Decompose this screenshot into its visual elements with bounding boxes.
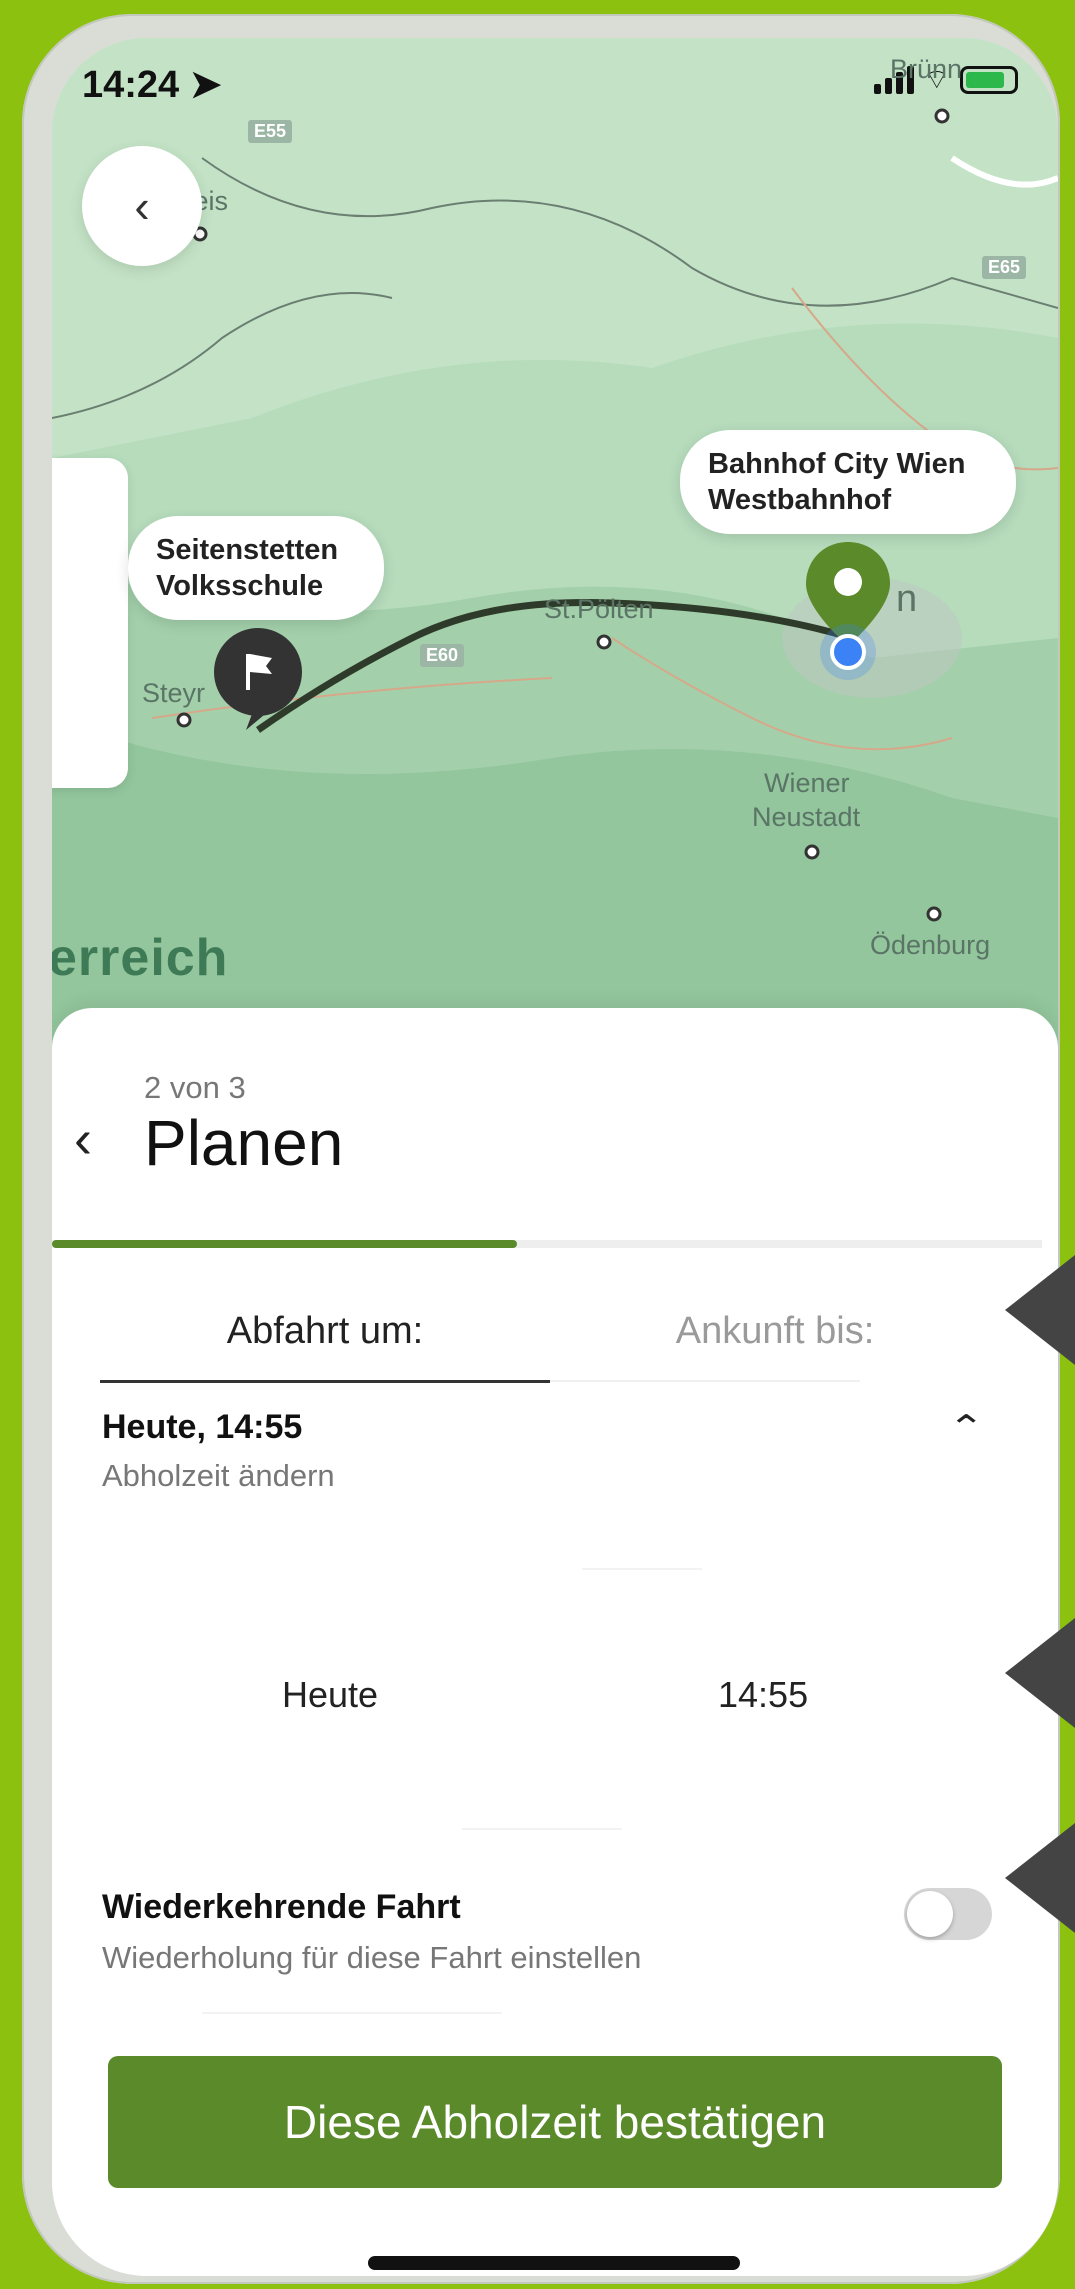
map-label-wien: n — [896, 578, 918, 620]
sheet-back-button[interactable]: ‹ — [74, 1108, 92, 1170]
map-label-steyr: Steyr — [142, 678, 206, 708]
road-label-e60: E60 — [420, 644, 465, 667]
picker-day-value[interactable]: Heute — [282, 1674, 378, 1716]
annotation-pointer-tabs — [1005, 1255, 1075, 1365]
chevron-left-icon: ‹ — [74, 1109, 92, 1169]
road-label-e65: E65 — [982, 256, 1027, 279]
progress-fill — [52, 1240, 518, 1248]
tab-arrival[interactable]: Ankunft bis: — [550, 1310, 1000, 1353]
map-label-wiener: Wiener — [764, 768, 850, 798]
section-divider — [202, 2012, 502, 2014]
map-view[interactable]: 14:24 ➤ ⌔ E55 E65 E60 veis Steyr St.Pölt… — [52, 38, 1058, 1048]
picker-bottom-divider — [462, 1828, 622, 1830]
app-screen: 14:24 ➤ ⌔ E55 E65 E60 veis Steyr St.Pölt… — [52, 38, 1058, 2276]
destination-name-line1: Bahnhof City Wien — [708, 448, 966, 480]
origin-name-line2: Volksschule — [156, 570, 324, 602]
progress-bar — [52, 1240, 1042, 1248]
status-time: 14:24 ➤ — [82, 64, 222, 106]
origin-name-line1: Seitenstetten — [156, 534, 339, 566]
map-label-neustadt: Neustadt — [752, 802, 861, 832]
map-label-bruenn: Brünn — [890, 54, 963, 84]
toggle-knob — [907, 1891, 953, 1937]
page-title: Planen — [144, 1107, 344, 1179]
recurring-ride-title: Wiederkehrende Fahrt — [102, 1888, 461, 1926]
origin-bubble[interactable]: Seitenstetten Volksschule — [128, 516, 384, 620]
chevron-up-icon[interactable]: ⌃ — [948, 1408, 985, 1448]
battery-charging-icon — [960, 66, 1018, 94]
planning-sheet: 2 von 3 ‹ Planen Abfahrt um: Ankunft bis… — [52, 1008, 1058, 2276]
confirm-pickup-time-button[interactable]: Diese Abholzeit bestätigen — [108, 2056, 1002, 2188]
map-label-oedenburg: Ödenburg — [870, 930, 991, 960]
map-label-st-poelten: St.Pölten — [544, 594, 654, 624]
picker-time-value[interactable]: 14:55 — [718, 1674, 808, 1716]
picker-top-divider — [582, 1568, 702, 1570]
map-side-panel[interactable] — [52, 458, 128, 788]
annotation-pointer-picker — [1005, 1618, 1075, 1728]
destination-name-line2: Westbahnhof — [708, 484, 892, 516]
active-tab-indicator — [100, 1380, 550, 1383]
pickup-time-subtitle: Abholzeit ändern — [102, 1458, 335, 1493]
home-indicator[interactable] — [368, 2256, 740, 2270]
map-label-oesterreich: erreich — [52, 929, 229, 987]
current-location-dot-icon — [820, 624, 876, 680]
chevron-left-icon: ‹ — [134, 180, 150, 232]
tab-departure[interactable]: Abfahrt um: — [100, 1310, 550, 1353]
location-arrow-icon: ➤ — [189, 64, 222, 106]
recurring-ride-subtitle: Wiederholung für diese Fahrt einstellen — [102, 1940, 642, 1975]
pickup-time-title[interactable]: Heute, 14:55 — [102, 1408, 302, 1447]
tab-divider — [550, 1380, 860, 1382]
recurring-ride-toggle[interactable] — [904, 1888, 992, 1940]
step-indicator: 2 von 3 — [144, 1070, 246, 1105]
road-label-e55: E55 — [248, 120, 293, 143]
destination-bubble[interactable]: Bahnhof City Wien Westbahnhof — [680, 430, 1016, 534]
time-mode-tabs: Abfahrt um: Ankunft bis: — [100, 1274, 1000, 1394]
map-back-button[interactable]: ‹ — [82, 146, 202, 266]
annotation-pointer-toggle — [1005, 1823, 1075, 1933]
origin-flag-marker-icon[interactable] — [210, 626, 306, 738]
